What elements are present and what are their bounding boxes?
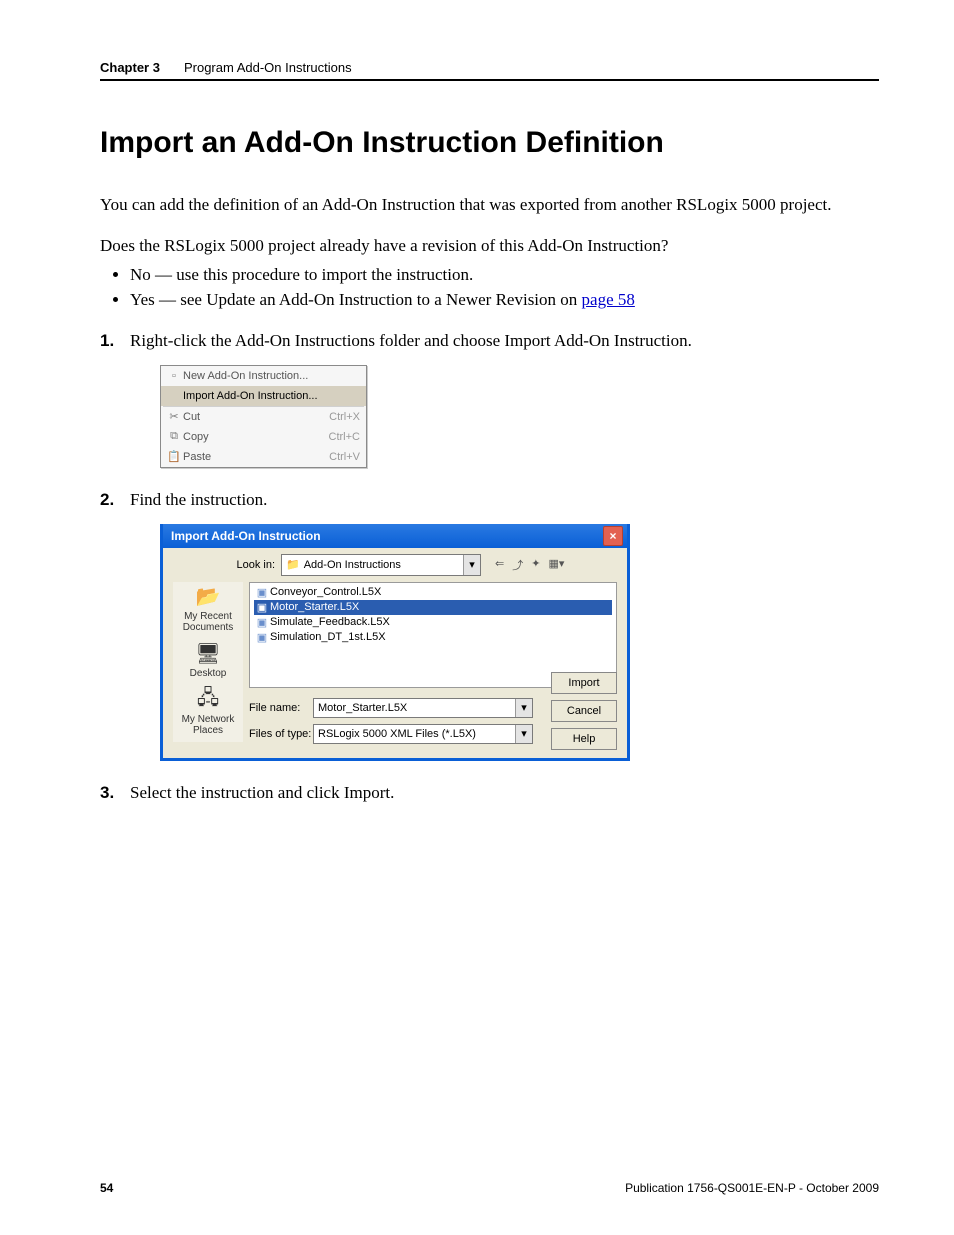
recent-icon: 📂 bbox=[194, 584, 222, 610]
help-button[interactable]: Help bbox=[551, 728, 617, 750]
filename-label: File name: bbox=[249, 702, 313, 714]
close-icon[interactable]: × bbox=[603, 526, 623, 546]
dialog-nav-icons: ⇐ ⤴ ✦ ▦▾ bbox=[495, 557, 564, 573]
file-item[interactable]: ▣ Conveyor_Control.L5X bbox=[254, 585, 612, 600]
cut-icon: ✂ bbox=[165, 410, 183, 423]
file-icon: ▣ bbox=[254, 601, 270, 614]
dialog-title: Import Add-On Instruction bbox=[171, 529, 603, 543]
page-title: Import an Add-On Instruction Definition bbox=[100, 126, 879, 160]
copy-icon: ⧉ bbox=[165, 430, 183, 443]
chevron-down-icon: ▾ bbox=[463, 555, 480, 575]
intro-paragraph: You can add the definition of an Add-On … bbox=[100, 194, 879, 217]
menu-paste[interactable]: 📋 Paste Ctrl+V bbox=[161, 447, 366, 467]
file-icon: ▣ bbox=[254, 586, 270, 599]
header-section: Program Add-On Instructions bbox=[184, 60, 352, 75]
chevron-down-icon: ▾ bbox=[515, 725, 532, 743]
step-1-text: Right-click the Add-On Instructions fold… bbox=[130, 331, 692, 350]
step-2-number: 2. bbox=[100, 490, 114, 510]
step-1-number: 1. bbox=[100, 331, 114, 351]
file-item-selected[interactable]: ▣ Motor_Starter.L5X bbox=[254, 600, 612, 615]
lookin-label: Look in: bbox=[233, 559, 275, 571]
step-3-number: 3. bbox=[100, 783, 114, 803]
menu-new-aoi[interactable]: ▫ New Add-On Instruction... bbox=[161, 366, 366, 386]
place-desktop[interactable]: 🖥 Desktop bbox=[173, 639, 243, 685]
up-icon[interactable]: ⤴ bbox=[512, 557, 523, 573]
places-sidebar: 📂 My Recent Documents 🖥 Desktop 🖧 My Net… bbox=[173, 582, 243, 742]
desktop-icon: 🖥 bbox=[194, 641, 222, 667]
step-2-text: Find the instruction. bbox=[130, 490, 267, 509]
file-icon: ▣ bbox=[254, 616, 270, 629]
menu-import-aoi[interactable]: Import Add-On Instruction... bbox=[161, 386, 366, 406]
place-network[interactable]: 🖧 My Network Places bbox=[173, 685, 243, 742]
file-item[interactable]: ▣ Simulate_Feedback.L5X bbox=[254, 615, 612, 630]
header-rule bbox=[100, 79, 879, 81]
back-icon[interactable]: ⇐ bbox=[495, 557, 504, 573]
network-icon: 🖧 bbox=[194, 687, 222, 713]
question-paragraph: Does the RSLogix 5000 project already ha… bbox=[100, 235, 879, 258]
publication-id: Publication 1756-QS001E-EN-P - October 2… bbox=[625, 1181, 879, 1195]
filetype-label: Files of type: bbox=[249, 728, 313, 740]
step-3-text: Select the instruction and click Import. bbox=[130, 783, 394, 802]
lookin-select[interactable]: 📁 Add-On Instructions ▾ bbox=[281, 554, 481, 576]
link-page-58[interactable]: page 58 bbox=[582, 290, 635, 309]
page-number: 54 bbox=[100, 1181, 113, 1195]
import-dialog: Import Add-On Instruction × Look in: 📁 A… bbox=[160, 524, 630, 761]
folder-icon: 📁 bbox=[286, 558, 300, 571]
filetype-field[interactable]: RSLogix 5000 XML Files (*.L5X) ▾ bbox=[313, 724, 533, 744]
menu-cut[interactable]: ✂ Cut Ctrl+X bbox=[161, 407, 366, 427]
file-item[interactable]: ▣ Simulation_DT_1st.L5X bbox=[254, 630, 612, 645]
bullet-yes: Yes — see Update an Add-On Instruction t… bbox=[130, 287, 879, 313]
place-recent[interactable]: 📂 My Recent Documents bbox=[173, 582, 243, 639]
chevron-down-icon: ▾ bbox=[515, 699, 532, 717]
views-icon[interactable]: ▦▾ bbox=[548, 557, 564, 573]
dialog-titlebar: Import Add-On Instruction × bbox=[163, 524, 627, 548]
paste-icon: 📋 bbox=[165, 450, 183, 463]
cancel-button[interactable]: Cancel bbox=[551, 700, 617, 722]
file-icon: ▣ bbox=[254, 631, 270, 644]
import-button[interactable]: Import bbox=[551, 672, 617, 694]
new-folder-icon[interactable]: ✦ bbox=[531, 557, 540, 573]
new-aoi-icon: ▫ bbox=[165, 370, 183, 382]
menu-copy[interactable]: ⧉ Copy Ctrl+C bbox=[161, 427, 366, 447]
context-menu: ▫ New Add-On Instruction... Import Add-O… bbox=[160, 365, 367, 468]
filename-field[interactable]: Motor_Starter.L5X ▾ bbox=[313, 698, 533, 718]
header-chapter: Chapter 3 bbox=[100, 60, 160, 75]
bullet-no: No — use this procedure to import the in… bbox=[130, 262, 879, 288]
